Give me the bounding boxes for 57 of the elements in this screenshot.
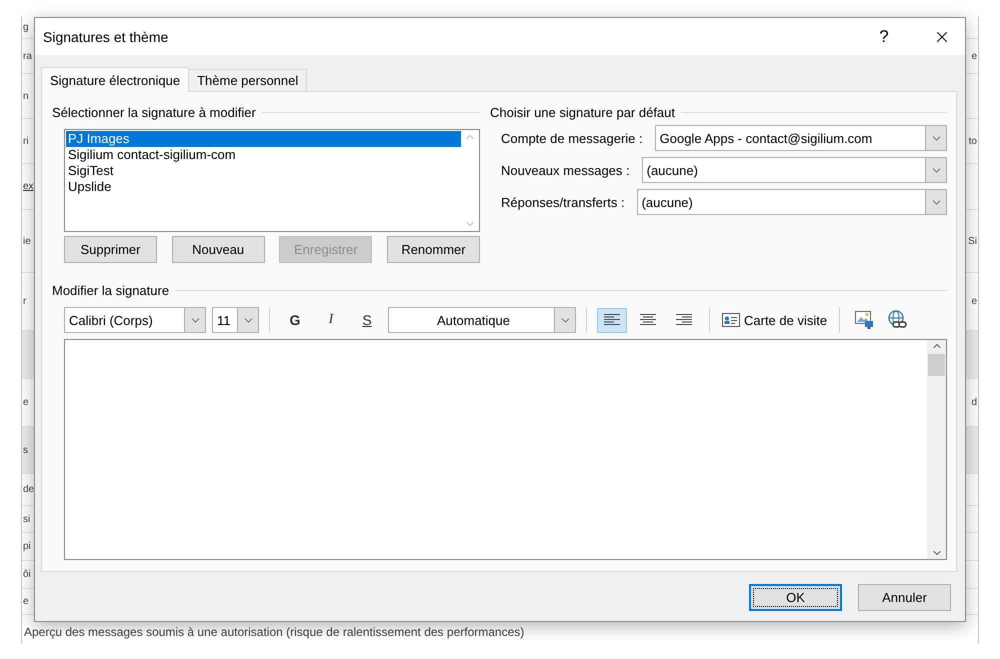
label: s <box>22 444 29 456</box>
label: r <box>22 296 28 307</box>
tab[interactable]: Signature électronique <box>41 67 190 92</box>
color-dropdown[interactable]: Automatique <box>388 307 576 333</box>
label: n <box>22 90 30 102</box>
scrollbar-thumb[interactable] <box>928 354 945 376</box>
field-label: Réponses/transferts : <box>501 194 625 210</box>
label: ra <box>22 50 33 62</box>
group-title: Sélectionner la signature à modifier <box>52 104 256 120</box>
label: Si <box>967 236 978 246</box>
option-label: Aperçu des messages soumis à une autorisation (risque de ralentissement des performances) <box>23 624 526 639</box>
action-button[interactable]: Renommer <box>386 236 480 263</box>
label: ri <box>22 136 30 146</box>
align-left-icon <box>603 314 621 326</box>
label: e <box>22 397 30 408</box>
label: de <box>22 484 36 495</box>
align-right-icon <box>675 314 693 326</box>
list-item[interactable]: SigiTest <box>66 163 461 179</box>
action-button[interactable]: Nouveau <box>172 236 265 263</box>
label: pi <box>22 541 32 552</box>
dropdown[interactable]: Google Apps - contact@sigilium.com <box>654 125 947 151</box>
size-dropdown[interactable]: 11 <box>212 307 259 333</box>
dropdown[interactable]: (aucune) <box>636 189 947 215</box>
globe-link-icon <box>887 310 910 330</box>
field-label: Compte de messagerie : <box>501 130 643 146</box>
bold-button[interactable]: G <box>280 308 310 332</box>
help-button[interactable]: ? <box>861 18 907 54</box>
dropdown[interactable]: (aucune) <box>642 157 947 183</box>
field-label: Nouveaux messages : <box>501 162 630 178</box>
label: to <box>968 136 978 146</box>
align-center-icon <box>639 314 657 326</box>
label: e <box>22 596 30 607</box>
tab[interactable]: Thème personnel <box>188 69 308 91</box>
label: e <box>970 50 978 62</box>
dialog-button[interactable]: OK <box>749 584 842 611</box>
label: e <box>970 296 978 307</box>
list-item[interactable]: PJ Images <box>66 131 461 147</box>
dialog-button[interactable]: Annuler <box>858 584 951 611</box>
action-button[interactable]: Supprimer <box>64 236 157 263</box>
align-left-button[interactable] <box>597 308 627 332</box>
label: ôi <box>22 569 32 580</box>
label: d <box>970 397 978 408</box>
label: ie <box>22 236 32 246</box>
link[interactable]: ex <box>22 181 35 192</box>
picture-monitor-icon <box>854 310 874 330</box>
label: g <box>22 22 30 33</box>
underline-button[interactable]: S <box>352 308 382 332</box>
business-card-button[interactable]: Carte de visite <box>720 308 830 332</box>
label: si <box>22 514 32 524</box>
group-title: Modifier la signature <box>52 282 170 298</box>
font-dropdown[interactable]: Calibri (Corps) <box>64 307 206 333</box>
list-item[interactable]: Sigilium contact-sigilium-com <box>66 147 461 163</box>
italic-button[interactable]: I <box>316 308 346 332</box>
contact-card-icon <box>722 313 740 327</box>
group-title: Choisir une signature par défaut <box>490 104 676 120</box>
list-item[interactable]: Upslide <box>66 179 461 195</box>
dialog-title: Signatures et thème <box>43 28 170 44</box>
